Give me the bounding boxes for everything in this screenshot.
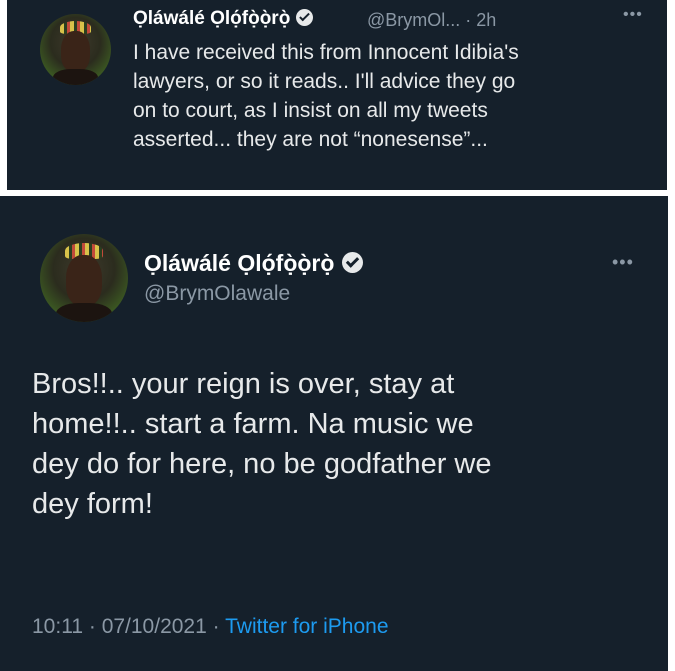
tweet-text: I have received this from Innocent Idibi…: [133, 41, 519, 151]
author-name[interactable]: Ọláwálé Ọlọ́fọ̀ọ̀rọ̀: [133, 8, 314, 30]
tweet-text: Bros!!.. your reign is over, stay at hom…: [32, 368, 492, 520]
verified-badge-icon: [342, 252, 364, 274]
author-name-text: Ọláwálé Ọlọ́fọ̀ọ̀rọ̀: [144, 250, 335, 276]
more-dots-icon[interactable]: •••: [612, 252, 634, 273]
avatar-face: [66, 255, 102, 307]
avatar-shirt: [55, 302, 113, 322]
avatar[interactable]: [40, 234, 128, 322]
avatar-shirt: [52, 69, 99, 85]
tweet-source-link[interactable]: Twitter for iPhone: [225, 615, 388, 638]
meta-separator: ·: [88, 615, 96, 638]
verified-badge-icon: [296, 8, 314, 26]
more-dots-icon[interactable]: •••: [623, 6, 643, 24]
author-handle[interactable]: @BrymOl... · 2h: [367, 10, 496, 31]
author-name[interactable]: Ọláwálé Ọlọ́fọ̀ọ̀rọ̀: [144, 250, 364, 277]
top-tweet[interactable]: Ọláwálé Ọlọ́fọ̀ọ̀rọ̀ @BrymOl... · 2h •••…: [7, 0, 667, 190]
tweet-time[interactable]: · 2h: [465, 10, 496, 30]
tweet-meta: 10:11 · 07/10/2021 · Twitter for iPhone: [32, 615, 389, 639]
avatar-face: [61, 31, 90, 73]
tweet-time[interactable]: 10:11: [32, 615, 83, 638]
meta-separator: ·: [212, 615, 220, 638]
bottom-tweet[interactable]: Ọláwálé Ọlọ́fọ̀ọ̀rọ̀ @BrymOlawale ••• Br…: [0, 196, 668, 671]
author-name-text: Ọláwálé Ọlọ́fọ̀ọ̀rọ̀: [133, 8, 291, 29]
tweet-date[interactable]: 07/10/2021: [102, 615, 207, 638]
avatar[interactable]: [40, 14, 111, 85]
author-handle[interactable]: @BrymOlawale: [144, 282, 290, 306]
handle-text: @BrymOl...: [367, 10, 461, 30]
